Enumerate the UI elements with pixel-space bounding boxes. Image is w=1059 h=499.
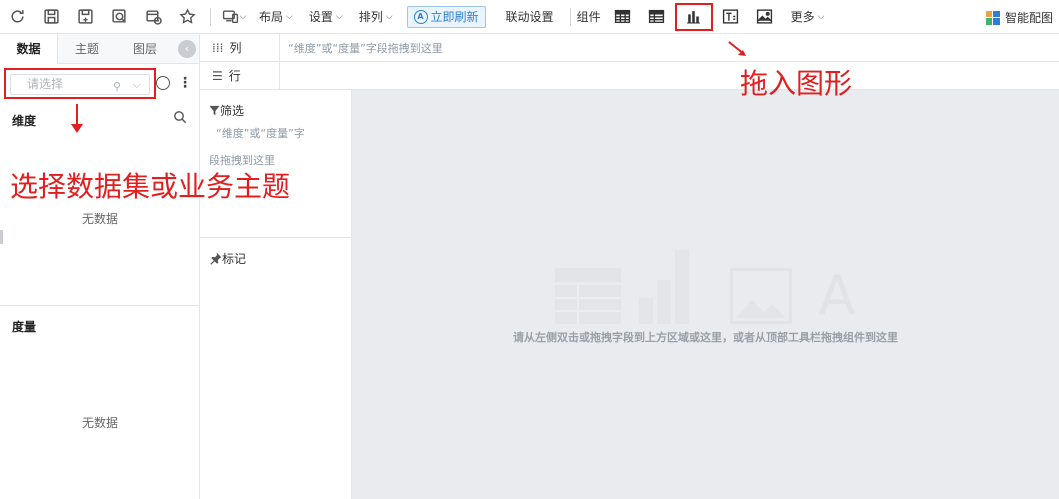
- refresh-now-button[interactable]: A 立即刷新: [406, 5, 486, 28]
- components-label: 组件: [576, 10, 601, 24]
- image-component-icon[interactable]: [749, 3, 781, 31]
- annotation-choose-dataset: 选择数据集或业务主题: [10, 170, 291, 203]
- dimension-empty-text: 无数据: [81, 212, 118, 226]
- annotation-drag-shape: 拖入图形: [740, 67, 853, 100]
- rows-label-text: 行: [228, 69, 241, 83]
- dataset-select[interactable]: 请选择 ⚲ ⌵: [10, 74, 150, 95]
- rows-icon: ☰: [212, 68, 223, 83]
- text-placeholder-icon: A: [819, 270, 856, 320]
- more-options-icon[interactable]: ⋮: [178, 74, 192, 92]
- dimension-search-icon[interactable]: [173, 110, 187, 124]
- columns-label-text: 列: [229, 41, 242, 55]
- table-placeholder-icon: [555, 268, 621, 324]
- link-settings-label: 联动设置: [505, 10, 554, 24]
- data-panel-tabs: 数据 主题 图层 ‹: [0, 33, 199, 64]
- preview-icon[interactable]: [102, 0, 136, 34]
- search-icon: ⚲: [112, 80, 121, 93]
- measure-title: 度量: [12, 320, 37, 334]
- smart-chart-button[interactable]: 智能配图: [985, 9, 1053, 26]
- measure-empty-text: 无数据: [81, 416, 118, 430]
- arrange-menu-label: 排列: [358, 10, 383, 24]
- link-settings-button[interactable]: 联动设置: [496, 8, 564, 25]
- collapse-panel-icon[interactable]: ‹: [178, 40, 196, 58]
- red-arrow-icon: [71, 104, 83, 133]
- save-as-icon[interactable]: [68, 0, 102, 34]
- smart-chart-icon: [985, 10, 1000, 25]
- chevron-down-icon: ⌵: [286, 11, 293, 22]
- mark-title-text: 标记: [222, 252, 247, 266]
- filter-mark-column: 筛选 “维度”或“度量”字 段拖拽到这里 标记: [200, 90, 352, 499]
- dataset-select-highlight: 请选择 ⚲ ⌵: [4, 68, 156, 99]
- filter-divider: [200, 237, 352, 238]
- toolbar-separator: [569, 7, 571, 26]
- smart-chart-label: 智能配图: [1004, 11, 1053, 25]
- chevron-down-icon: ⌵: [239, 11, 247, 22]
- filter-funnel-icon: [209, 105, 220, 116]
- tab-data[interactable]: 数据: [0, 33, 58, 64]
- image-placeholder-icon: [730, 268, 792, 324]
- text-component-icon[interactable]: [715, 3, 747, 31]
- refresh-now-label: 立即刷新: [430, 10, 479, 24]
- report-canvas[interactable]: A 请从左侧双击或拖拽字段到上方区域或这里，或者从顶部工具栏拖拽组件到这里: [352, 90, 1059, 499]
- refresh-dataset-icon[interactable]: [156, 76, 170, 90]
- layout-menu-label: 布局: [259, 10, 284, 24]
- schedule-icon[interactable]: [136, 0, 170, 34]
- chevron-down-icon: ⌵: [817, 11, 825, 22]
- annotation-down-arrow: [70, 104, 84, 137]
- dimension-title: 维度: [12, 114, 37, 128]
- canvas-hint-text: 请从左侧双击或拖拽字段到上方区域或这里，或者从顶部工具栏拖拽组件到这里: [513, 331, 898, 344]
- data-panel: 数据 主题 图层 ‹ 请选择 ⚲ ⌵ ⋮ 维度 无数据 度量 无数据: [0, 33, 200, 499]
- editor-window: ⌵ 布局 ⌵ 设置 ⌵ 排列 ⌵ A 立即刷新 联动设置 组件 更多 ⌵ 智能配…: [0, 0, 1059, 499]
- save-icon[interactable]: [34, 0, 68, 34]
- annotation-arrow-to-chart: [728, 40, 750, 64]
- layout-menu[interactable]: 布局 ⌵: [251, 0, 301, 34]
- favorite-star-icon[interactable]: [170, 0, 204, 34]
- reset-icon[interactable]: [0, 0, 34, 34]
- settings-menu[interactable]: 设置 ⌵: [301, 0, 351, 34]
- crosstab-component-icon[interactable]: [641, 3, 673, 31]
- red-arrow-icon: [728, 41, 746, 56]
- bar-chart-placeholder-icon: [639, 250, 689, 324]
- bar-chart-component-icon[interactable]: [674, 2, 713, 31]
- refresh-a-icon: A: [413, 9, 428, 24]
- chevron-down-icon: ⌵: [132, 78, 141, 91]
- rows-shelf[interactable]: ☰ 行: [200, 61, 1059, 90]
- arrange-menu[interactable]: 排列 ⌵: [351, 0, 401, 34]
- device-preview-icon[interactable]: ⌵: [217, 0, 251, 34]
- mark-title[interactable]: 标记: [209, 250, 246, 267]
- more-menu[interactable]: 更多 ⌵: [783, 0, 833, 34]
- columns-icon: ⁞⁞⁞: [212, 40, 224, 55]
- table-component-icon[interactable]: [607, 3, 639, 31]
- columns-shelf[interactable]: ⁞⁞⁞ 列 “维度”或“度量”字段拖拽到这里: [200, 33, 1059, 62]
- chevron-down-icon: ⌵: [385, 11, 393, 22]
- filter-title-text: 筛选: [220, 104, 245, 118]
- tab-layer[interactable]: 图层: [116, 34, 174, 64]
- settings-menu-label: 设置: [308, 10, 333, 24]
- columns-shelf-label: ⁞⁞⁞ 列: [200, 33, 280, 62]
- toolbar-separator: [210, 7, 211, 26]
- tab-theme[interactable]: 主题: [58, 34, 116, 64]
- top-toolbar: ⌵ 布局 ⌵ 设置 ⌵ 排列 ⌵ A 立即刷新 联动设置 组件 更多 ⌵ 智能配…: [0, 0, 1059, 34]
- rows-shelf-label: ☰ 行: [200, 61, 280, 90]
- columns-shelf-hint: “维度”或“度量”字段拖拽到这里: [288, 41, 443, 55]
- chevron-down-icon: ⌵: [335, 11, 343, 22]
- text-placeholder-letter: A: [819, 270, 856, 320]
- more-menu-label: 更多: [790, 10, 815, 24]
- pin-icon: [210, 252, 222, 265]
- filter-title: 筛选: [209, 102, 244, 119]
- dataset-select-placeholder: 请选择: [27, 77, 64, 91]
- section-divider: [0, 305, 200, 306]
- filter-hint-line1: “维度”或“度量”字: [216, 127, 305, 140]
- panel-resize-handle[interactable]: [0, 230, 3, 244]
